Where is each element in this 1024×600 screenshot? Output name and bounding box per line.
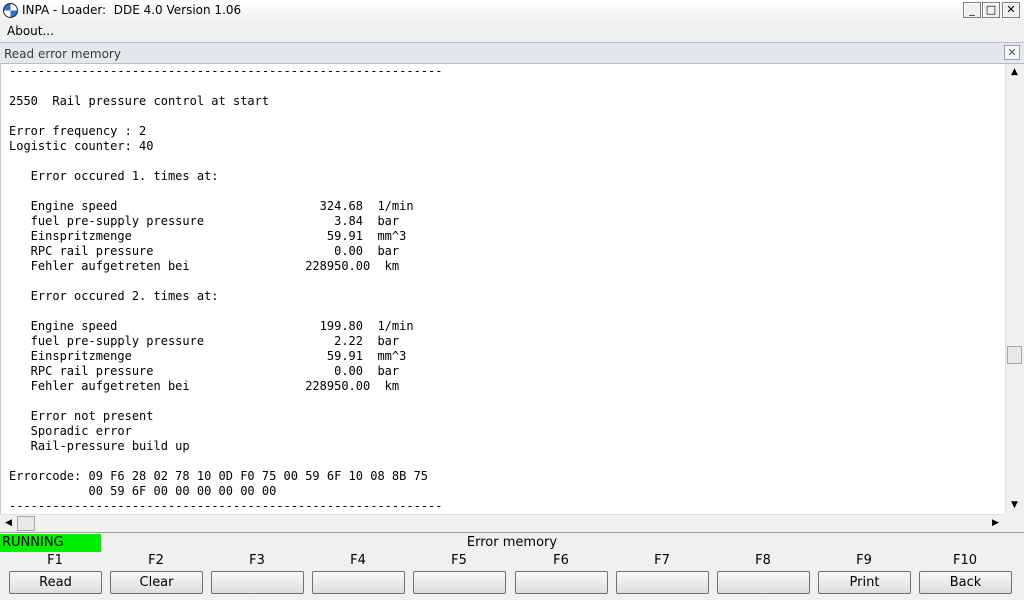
fkey-button-f4[interactable]	[312, 571, 405, 594]
child-window-title: Read error memory	[4, 47, 121, 61]
fkey-button-f2[interactable]: Clear	[110, 571, 203, 594]
fkey-button-f3[interactable]	[211, 571, 304, 594]
scroll-left-icon[interactable]: ◀	[0, 515, 17, 532]
window-title: INPA - Loader: DDE 4.0 Version 1.06	[22, 3, 242, 17]
function-key-bar: F1 Read F2 Clear F3 F4 F5 F6 F7 F8 F9 Print F10 Back	[0, 552, 1024, 600]
fkey-button-f9[interactable]: Print	[818, 571, 911, 594]
output-text-area[interactable]: ----------------------------------------…	[0, 64, 1005, 514]
status-line: RUNNING Error memory	[0, 532, 1024, 552]
fkey-label-f4: F4	[350, 553, 366, 568]
fkey-button-f10[interactable]: Back	[919, 571, 1012, 594]
scroll-right-icon[interactable]: ▶	[987, 515, 1004, 532]
fkey-button-f7[interactable]	[616, 571, 709, 594]
fkey-button-f6[interactable]	[515, 571, 608, 594]
menu-bar: About...	[0, 21, 1024, 41]
vertical-scroll-thumb[interactable]	[1007, 346, 1022, 364]
close-button[interactable]: ✕	[1002, 2, 1020, 18]
scroll-up-icon[interactable]: ▲	[1006, 64, 1023, 81]
fkey-label-f5: F5	[451, 553, 467, 568]
bmw-logo-icon	[3, 3, 18, 18]
child-close-button[interactable]: ✕	[1004, 45, 1020, 60]
status-badge: RUNNING	[0, 534, 101, 552]
minimize-button[interactable]: _	[963, 2, 981, 18]
fkey-label-f7: F7	[654, 553, 670, 568]
horizontal-scroll-thumb[interactable]	[17, 516, 35, 531]
fkey-label-f10: F10	[952, 553, 978, 568]
fkey-label-f9: F9	[856, 553, 872, 568]
fkey-label-f6: F6	[553, 553, 569, 568]
screen-title: Error memory	[466, 535, 558, 550]
fkey-label-f1: F1	[47, 553, 63, 568]
fkey-label-f3: F3	[249, 553, 265, 568]
output-text: ----------------------------------------…	[9, 64, 443, 513]
fkey-button-f5[interactable]	[413, 571, 506, 594]
menu-item-about[interactable]: About...	[7, 24, 54, 38]
child-window-title-bar: Read error memory ✕	[0, 42, 1024, 64]
fkey-label-f2: F2	[148, 553, 164, 568]
scroll-down-icon[interactable]: ▼	[1006, 497, 1023, 514]
title-bar: INPA - Loader: DDE 4.0 Version 1.06 _ □ …	[0, 0, 1024, 22]
vertical-scrollbar[interactable]: ▲ ▼	[1005, 64, 1023, 514]
horizontal-scrollbar[interactable]: ◀ ▶	[0, 514, 1005, 532]
fkey-button-f8[interactable]	[717, 571, 810, 594]
maximize-button[interactable]: □	[982, 2, 1000, 18]
fkey-label-f8: F8	[755, 553, 771, 568]
fkey-button-f1[interactable]: Read	[9, 571, 102, 594]
